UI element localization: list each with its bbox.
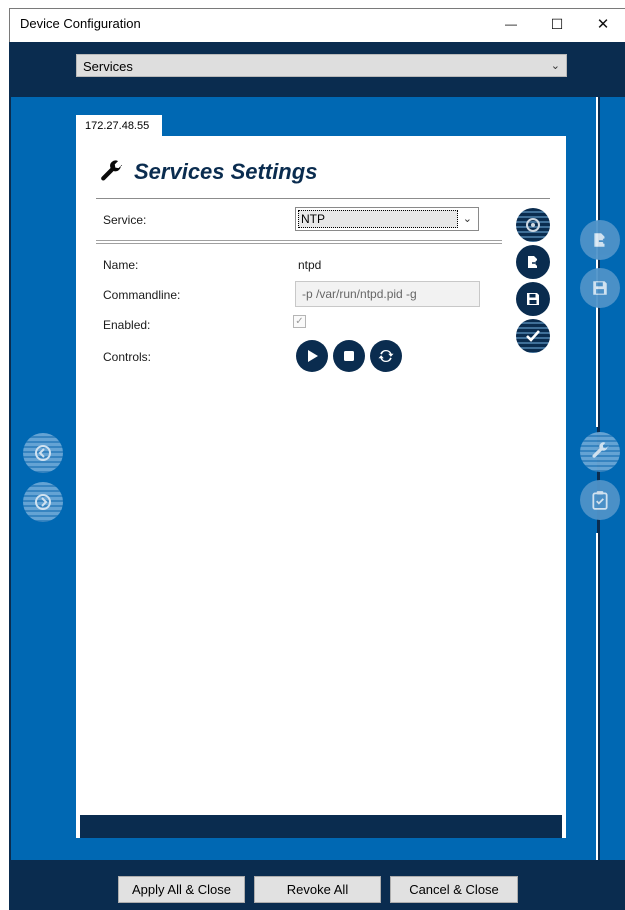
enabled-checkbox[interactable]: ✓ <box>293 315 306 328</box>
tab-label: 172.27.48.55 <box>85 120 150 132</box>
save-all-button[interactable] <box>580 268 620 308</box>
page-title: Services Settings <box>134 159 318 184</box>
maximize-button[interactable]: ☐ <box>534 9 580 39</box>
restart-service-button[interactable] <box>370 340 402 372</box>
forward-icon <box>35 494 51 510</box>
load-button[interactable] <box>516 245 550 279</box>
back-icon <box>35 445 51 461</box>
maximize-icon: ☐ <box>550 15 564 32</box>
window-title: Device Configuration <box>20 16 141 31</box>
apply-all-close-button[interactable]: Apply All & Close <box>118 876 245 903</box>
previous-button[interactable] <box>23 433 63 473</box>
checkmark-icon: ✓ <box>295 316 304 327</box>
save-icon <box>527 293 539 305</box>
title-bar: Device Configuration — ☐ ✕ <box>9 8 625 42</box>
service-label: Service: <box>103 213 147 227</box>
revoke-all-button[interactable]: Revoke All <box>254 876 381 903</box>
apply-button[interactable] <box>516 319 550 353</box>
name-label: Name: <box>103 258 139 272</box>
load-all-button[interactable] <box>580 220 620 260</box>
stop-service-button[interactable] <box>333 340 365 372</box>
commandline-label: Commandline: <box>103 288 181 302</box>
save-icon <box>593 281 607 295</box>
panel-status-bar <box>80 815 562 838</box>
wrench-icon <box>98 160 124 186</box>
close-button[interactable]: ✕ <box>580 9 625 39</box>
form-divider-2 <box>96 243 502 244</box>
cancel-close-button[interactable]: Cancel & Close <box>390 876 518 903</box>
open-file-icon <box>594 233 608 247</box>
minimize-icon: — <box>505 17 517 31</box>
name-value: ntpd <box>298 258 322 272</box>
service-select-value: NTP <box>301 212 325 226</box>
clipboard-nav-button[interactable] <box>580 480 620 520</box>
next-button[interactable] <box>23 482 63 522</box>
stop-icon <box>344 351 354 361</box>
controls-label: Controls: <box>103 350 152 364</box>
refresh-icon <box>378 349 394 363</box>
right-divider-lower <box>596 533 598 860</box>
service-select[interactable]: NTP ⌄ <box>295 207 479 231</box>
minimize-button[interactable]: — <box>488 9 534 39</box>
start-service-button[interactable] <box>296 340 328 372</box>
reset-icon <box>526 218 540 232</box>
open-file-icon <box>528 256 540 268</box>
settings-panel <box>76 136 566 838</box>
clipboard-check-icon <box>592 491 608 510</box>
play-icon <box>308 350 318 362</box>
chevron-down-icon: ⌄ <box>462 213 472 225</box>
tab-device[interactable]: 172.27.48.55 <box>76 115 162 137</box>
enabled-label: Enabled: <box>103 318 151 332</box>
service-select-focus: NTP <box>298 210 458 228</box>
close-icon: ✕ <box>596 16 610 33</box>
wrench-icon <box>592 442 609 458</box>
chevron-down-icon: ⌄ <box>550 60 560 72</box>
right-divider <box>596 97 598 427</box>
settings-nav-button[interactable] <box>580 432 620 472</box>
header-divider <box>96 198 550 199</box>
commandline-field[interactable]: -p /var/run/ntpd.pid -g <box>295 281 480 307</box>
default-button[interactable] <box>516 208 550 242</box>
section-select-value: Services <box>83 59 133 74</box>
right-strip <box>600 97 625 860</box>
checkmark-icon <box>526 330 540 342</box>
form-divider <box>96 240 502 241</box>
save-button[interactable] <box>516 282 550 316</box>
section-select[interactable]: Services ⌄ <box>76 54 567 77</box>
